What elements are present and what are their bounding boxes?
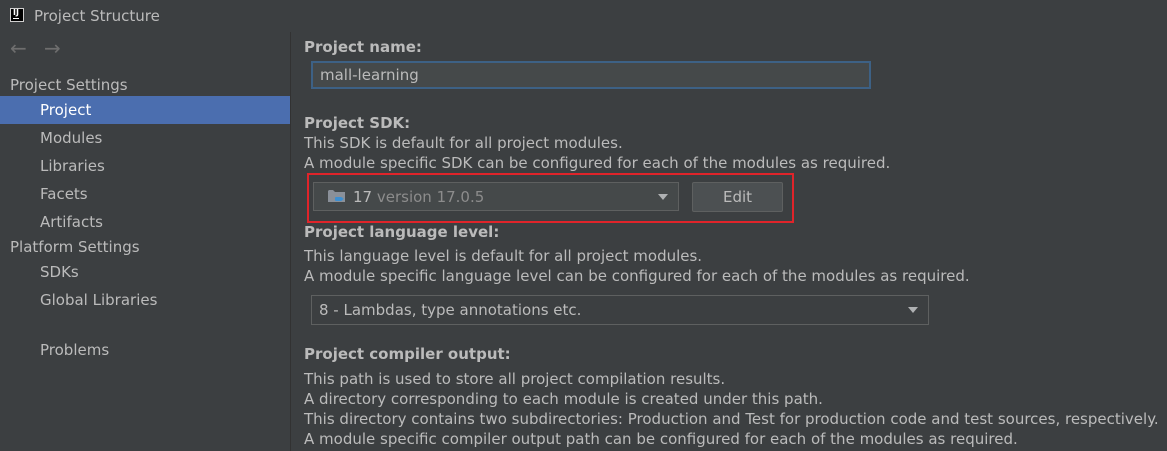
sdk-description-2: A module specific SDK can be configured … bbox=[304, 154, 891, 172]
project-settings-panel: Project name: Project SDK: This SDK is d… bbox=[291, 32, 1167, 451]
edit-sdk-button[interactable]: Edit bbox=[692, 182, 783, 212]
sdk-name: 17 bbox=[353, 188, 373, 206]
logo-underline bbox=[13, 18, 19, 19]
sdk-description-1: This SDK is default for all project modu… bbox=[304, 134, 623, 152]
language-description-2: A module specific language level can be … bbox=[304, 267, 970, 285]
language-level-value: 8 - Lambdas, type annotations etc. bbox=[319, 301, 582, 319]
language-level-dropdown[interactable]: 8 - Lambdas, type annotations etc. bbox=[311, 295, 929, 325]
language-description-1: This language level is default for all p… bbox=[304, 247, 703, 265]
chevron-down-icon bbox=[658, 194, 668, 200]
project-name-input[interactable] bbox=[311, 61, 871, 89]
sidebar-item-libraries[interactable]: Libraries bbox=[0, 152, 290, 180]
sidebar-item-sdks[interactable]: SDKs bbox=[0, 258, 290, 286]
project-name-label: Project name: bbox=[304, 38, 422, 56]
sidebar-item-problems[interactable]: Problems bbox=[0, 336, 290, 364]
sidebar-item-artifacts[interactable]: Artifacts bbox=[0, 208, 290, 236]
chevron-down-icon bbox=[908, 307, 918, 313]
compiler-description-3: This directory contains two subdirectori… bbox=[304, 410, 1159, 428]
forward-arrow-icon[interactable]: → bbox=[44, 38, 61, 58]
sidebar: ← → Project Settings Project Modules Lib… bbox=[0, 32, 291, 451]
intellij-logo-icon: IJ bbox=[10, 8, 24, 22]
sdk-selected-value: 17 version 17.0.5 bbox=[353, 188, 484, 206]
project-sdk-dropdown[interactable]: 17 version 17.0.5 bbox=[313, 182, 679, 211]
project-sdk-label: Project SDK: bbox=[304, 114, 411, 132]
sidebar-item-project[interactable]: Project bbox=[0, 96, 290, 124]
window-title: Project Structure bbox=[34, 7, 160, 25]
folder-with-java-cup-icon bbox=[328, 190, 345, 202]
group-header-platform-settings: Platform Settings bbox=[10, 238, 140, 256]
sidebar-item-modules[interactable]: Modules bbox=[0, 124, 290, 152]
compiler-description-2: A directory corresponding to each module… bbox=[304, 390, 823, 408]
compiler-output-label: Project compiler output: bbox=[304, 345, 511, 363]
back-arrow-icon[interactable]: ← bbox=[10, 38, 27, 58]
group-header-project-settings: Project Settings bbox=[10, 76, 128, 94]
sdk-version: version 17.0.5 bbox=[376, 188, 485, 206]
logo-letters: IJ bbox=[13, 8, 19, 17]
compiler-description-1: This path is used to store all project c… bbox=[304, 370, 726, 388]
language-level-label: Project language level: bbox=[304, 223, 500, 241]
compiler-description-4: A module specific compiler output path c… bbox=[304, 430, 1018, 448]
title-bar: IJ Project Structure bbox=[0, 0, 1167, 32]
sidebar-item-facets[interactable]: Facets bbox=[0, 180, 290, 208]
sidebar-item-global-libraries[interactable]: Global Libraries bbox=[0, 286, 290, 314]
